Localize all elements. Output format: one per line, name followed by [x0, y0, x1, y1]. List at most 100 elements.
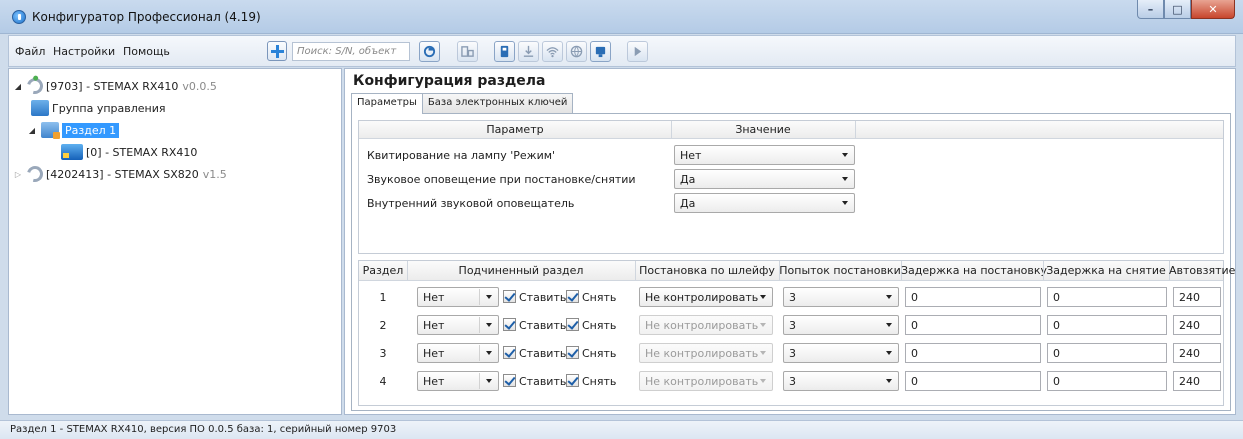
tab-panel: Параметр Значение Квитирование на лампу … — [351, 113, 1236, 411]
device-button[interactable] — [457, 41, 478, 62]
disarm-delay-field[interactable]: 0 — [1047, 315, 1167, 335]
sub-section-select[interactable]: Нет — [417, 287, 499, 307]
content-pane: Конфигурация раздела Параметры База элек… — [344, 68, 1236, 415]
select-value: Нет — [423, 319, 445, 332]
attempts-select[interactable]: 3 — [783, 371, 899, 391]
select-value: Нет — [423, 291, 445, 304]
menu-file[interactable]: Файл — [15, 45, 45, 58]
select-value: Да — [680, 197, 696, 210]
chevron-down-icon — [486, 295, 492, 299]
disarm-checkbox[interactable] — [566, 346, 579, 359]
arm-checkbox[interactable] — [503, 374, 516, 387]
section-icon — [41, 122, 60, 139]
globe-button[interactable] — [566, 41, 587, 62]
device-tree: ◢ [9703] - STEMAX RX410 v0.0.5 Группа уп… — [8, 68, 342, 415]
chevron-down-icon — [886, 323, 892, 327]
disarm-checkbox[interactable] — [566, 318, 579, 331]
chip-button[interactable] — [590, 41, 611, 62]
chevron-down-icon — [486, 351, 492, 355]
tree-node-control-group[interactable]: Группа управления — [31, 99, 166, 117]
arm-checkbox[interactable] — [503, 346, 516, 359]
arm-checkbox-label: Ставить — [519, 319, 567, 332]
column-header-auto-arm: Автовзятие — [1169, 264, 1236, 277]
auto-arm-field[interactable]: 240 — [1173, 315, 1221, 335]
combo-separator — [479, 289, 480, 305]
status-text: Раздел 1 - STEMAX RX410, версия ПО 0.0.5… — [10, 424, 397, 435]
attempts-select[interactable]: 3 — [783, 343, 899, 363]
tab-parameters[interactable]: Параметры — [351, 93, 423, 114]
disarm-checkbox-label: Снять — [582, 347, 617, 360]
menu-help[interactable]: Помощь — [123, 45, 170, 58]
section-number: 2 — [379, 319, 387, 332]
param-select-sound-arm[interactable]: Да — [674, 169, 855, 189]
sub-section-select[interactable]: Нет — [417, 371, 499, 391]
status-bar: Раздел 1 - STEMAX RX410, версия ПО 0.0.5… — [0, 420, 1243, 439]
loop-arm-select: Не контролировать — [639, 371, 773, 391]
window-controls: – □ ✕ — [1137, 0, 1235, 19]
collapse-arrow-icon[interactable]: ▷ — [13, 170, 23, 179]
tree-node-section-1[interactable]: ◢ Раздел 1 — [27, 121, 120, 139]
select-value: 3 — [789, 347, 796, 360]
arm-delay-field[interactable]: 0 — [905, 371, 1041, 391]
arm-checkbox[interactable] — [503, 290, 516, 303]
menu-settings[interactable]: Настройки — [53, 45, 115, 58]
expand-arrow-icon[interactable]: ◢ — [27, 126, 37, 135]
disarm-checkbox-label: Снять — [582, 291, 617, 304]
expand-arrow-icon[interactable]: ◢ — [13, 82, 23, 91]
param-select-mode-lamp[interactable]: Нет — [674, 145, 855, 165]
usb-icon — [500, 45, 509, 58]
close-icon: ✕ — [1208, 2, 1218, 16]
close-button[interactable]: ✕ — [1191, 0, 1235, 19]
group-icon — [31, 100, 49, 116]
connect-icon — [423, 45, 436, 58]
select-value: 3 — [789, 291, 796, 304]
attempts-select[interactable]: 3 — [783, 315, 899, 335]
search-input[interactable] — [292, 42, 410, 61]
attempts-select[interactable]: 3 — [783, 287, 899, 307]
chevron-down-icon — [760, 379, 766, 383]
param-select-internal-sounder[interactable]: Да — [674, 193, 855, 213]
arm-delay-field[interactable]: 0 — [905, 287, 1041, 307]
arm-checkbox[interactable] — [503, 318, 516, 331]
sub-section-select[interactable]: Нет — [417, 315, 499, 335]
tab-key-database[interactable]: База электронных ключей — [421, 93, 574, 113]
auto-arm-field[interactable]: 240 — [1173, 287, 1221, 307]
disarm-delay-field[interactable]: 0 — [1047, 371, 1167, 391]
loop-arm-select[interactable]: Не контролировать — [639, 287, 773, 307]
combo-separator — [479, 317, 480, 333]
auto-arm-field[interactable]: 240 — [1173, 343, 1221, 363]
arm-delay-field[interactable]: 0 — [905, 343, 1041, 363]
wifi-button[interactable] — [542, 41, 563, 62]
maximize-button[interactable]: □ — [1164, 0, 1191, 19]
run-button[interactable] — [627, 41, 648, 62]
tree-node-sx820[interactable]: ▷ [4202413] - STEMAX SX820 v1.5 — [13, 163, 227, 185]
globe-icon — [570, 45, 583, 58]
chevron-down-icon — [886, 379, 892, 383]
minimize-button[interactable]: – — [1137, 0, 1164, 19]
arm-delay-field[interactable]: 0 — [905, 315, 1041, 335]
select-value: 3 — [789, 319, 796, 332]
auto-arm-field[interactable]: 240 — [1173, 371, 1221, 391]
disarm-delay-field[interactable]: 0 — [1047, 287, 1167, 307]
parameters-grid: Параметр Значение Квитирование на лампу … — [358, 120, 1224, 254]
column-header-loop-arm: Постановка по шлейфу — [639, 264, 775, 277]
section-number: 1 — [379, 291, 387, 304]
download-button[interactable] — [518, 41, 539, 62]
disarm-delay-field[interactable]: 0 — [1047, 343, 1167, 363]
tree-node-rx410[interactable]: ◢ [9703] - STEMAX RX410 v0.0.5 — [13, 75, 217, 97]
chevron-down-icon — [886, 295, 892, 299]
play-icon — [634, 46, 642, 57]
tree-node-device[interactable]: [0] - STEMAX RX410 — [61, 143, 197, 161]
add-device-button[interactable] — [267, 41, 287, 61]
usb-button[interactable] — [494, 41, 515, 62]
loop-arm-select: Не контролировать — [639, 343, 773, 363]
disarm-checkbox[interactable] — [566, 374, 579, 387]
window-title: Конфигуратор Профессионал (4.19) — [32, 10, 261, 24]
minimize-icon: – — [1147, 2, 1154, 16]
connect-button[interactable] — [419, 41, 440, 62]
disarm-checkbox[interactable] — [566, 290, 579, 303]
arm-checkbox-label: Ставить — [519, 375, 567, 388]
device-icon — [61, 144, 83, 160]
sub-section-select[interactable]: Нет — [417, 343, 499, 363]
chevron-down-icon — [760, 351, 766, 355]
